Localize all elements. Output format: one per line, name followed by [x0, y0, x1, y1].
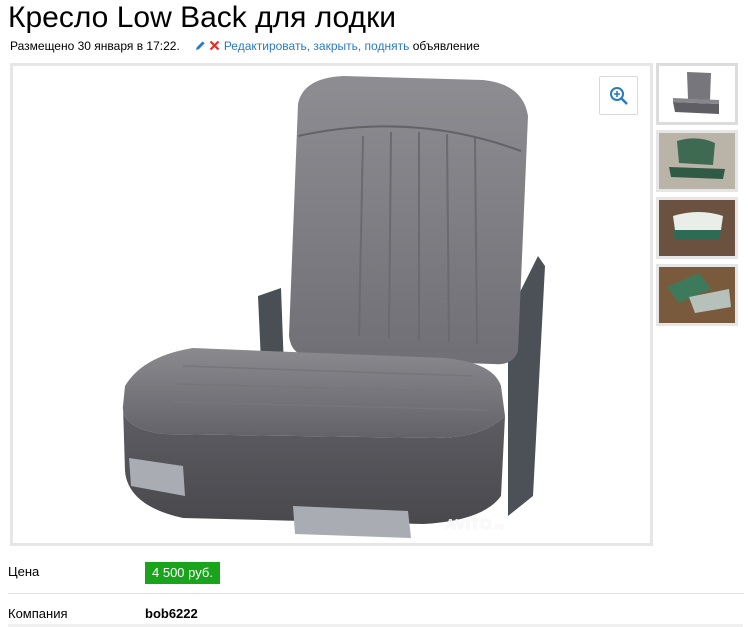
edit-link[interactable]: Редактировать, [224, 39, 310, 53]
main-photo[interactable]: AVITO.ru [10, 63, 653, 546]
company-name[interactable]: bob6222 [145, 606, 198, 621]
thumbnail-3[interactable] [656, 197, 738, 259]
zoom-in-icon [609, 86, 628, 105]
boat-seat-image [122, 76, 545, 538]
thumbnail-1[interactable] [656, 63, 738, 125]
close-link[interactable]: закрыть, [313, 39, 361, 53]
thumbnail-2[interactable] [656, 130, 738, 192]
company-label: Компания [8, 606, 68, 621]
listing-actions: Редактировать, закрыть, поднять объявлен… [195, 39, 480, 53]
price-row: Цена 4 500 руб. [8, 560, 744, 590]
delete-icon[interactable] [209, 39, 220, 55]
listing-meta: Размещено 30 января в 17:22. Редактирова… [10, 38, 480, 55]
thumbnail-4[interactable] [656, 264, 738, 326]
thumbnail-strip [656, 63, 740, 331]
raise-link[interactable]: поднять [365, 39, 410, 53]
posted-date: Размещено 30 января в 17:22. [10, 39, 180, 53]
actions-suffix: объявление [412, 39, 480, 53]
pencil-icon[interactable] [195, 39, 206, 55]
watermark: AVITO.ru [445, 516, 504, 533]
zoom-button[interactable] [599, 76, 638, 115]
divider [8, 593, 744, 594]
price-label: Цена [8, 564, 40, 579]
price-badge: 4 500 руб. [145, 562, 220, 584]
page-title: Кресло Low Back для лодки [8, 1, 396, 34]
